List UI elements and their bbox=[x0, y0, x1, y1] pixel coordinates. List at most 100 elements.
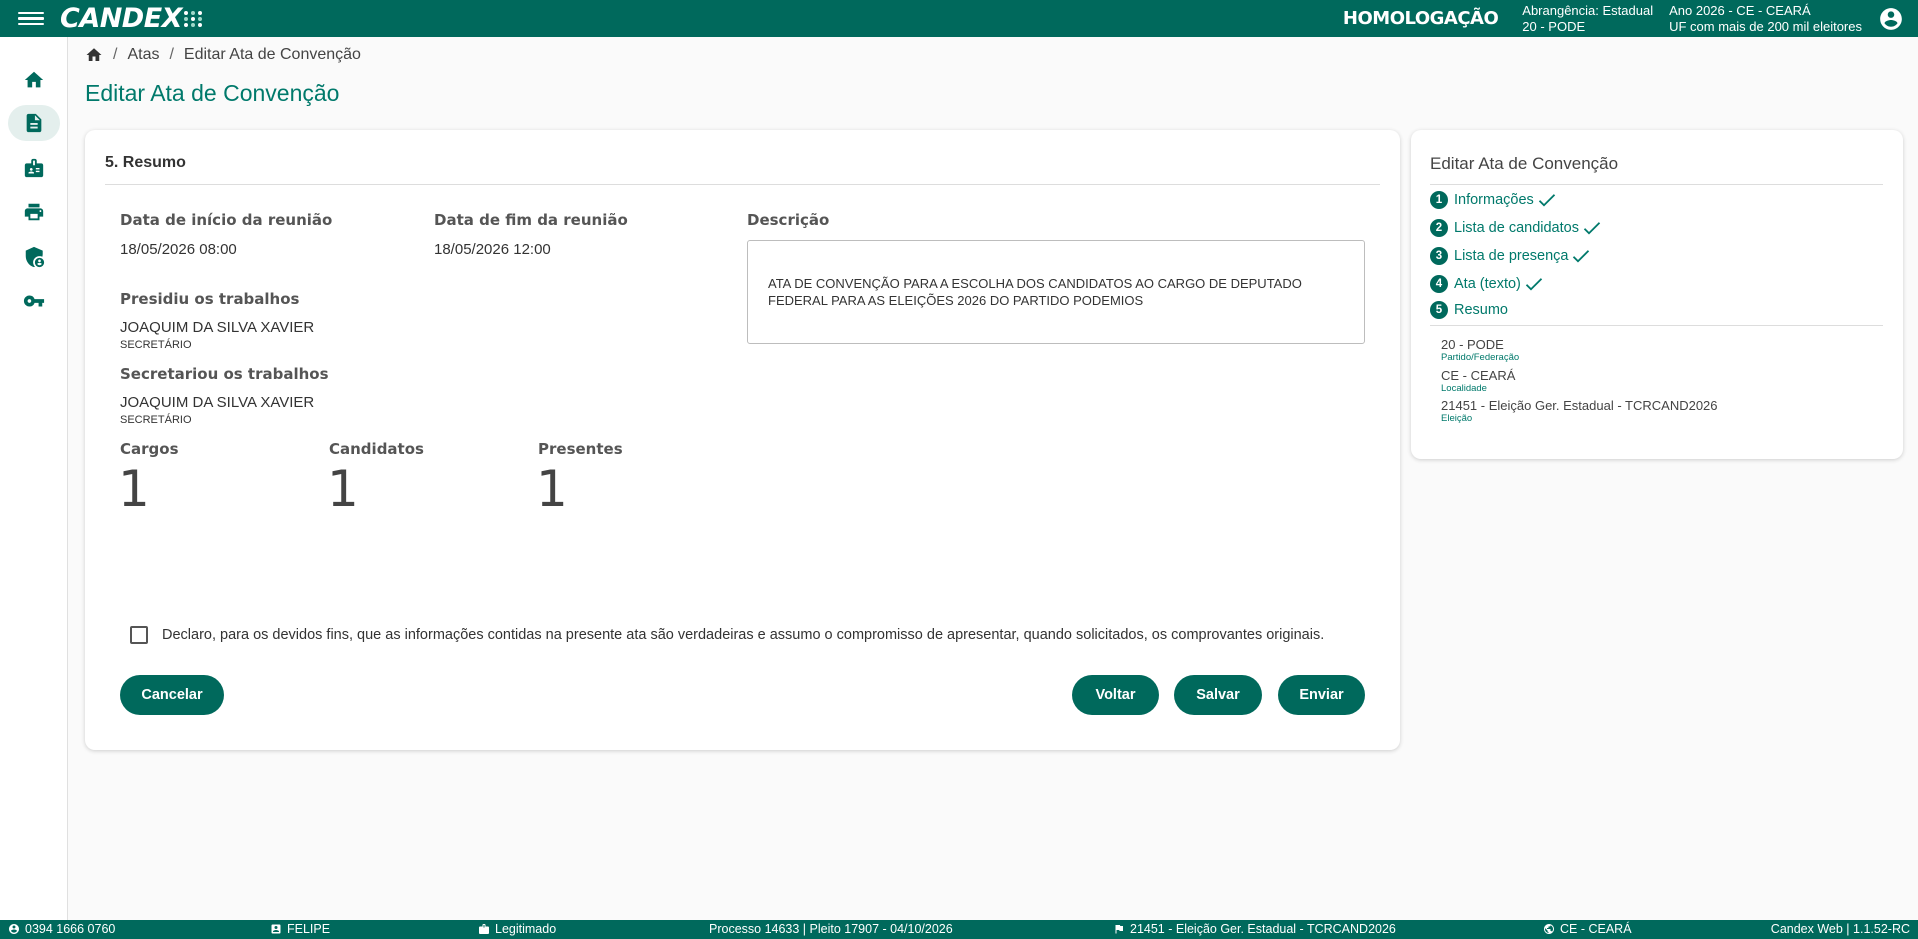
status-eleicao: 21451 - Eleição Ger. Estadual - TCRCAND2… bbox=[1113, 922, 1396, 936]
papel-text: Legitimado bbox=[495, 922, 557, 936]
breadcrumb-atas-link[interactable]: Atas bbox=[127, 46, 159, 64]
nav-imprimir[interactable] bbox=[8, 194, 60, 230]
breadcrumb-separator: / bbox=[113, 46, 118, 63]
step-number: 3 bbox=[1430, 247, 1448, 265]
step-lista-presenca[interactable]: 3 Lista de presença bbox=[1430, 247, 1590, 265]
user-name-text: FELIPE bbox=[287, 922, 331, 936]
step-label: Resumo bbox=[1454, 302, 1508, 318]
step-number: 4 bbox=[1430, 275, 1448, 293]
step-lista-candidatos[interactable]: 2 Lista de candidatos bbox=[1430, 219, 1601, 237]
status-bar: 0394 1666 0760 FELIPE Legitimado Process… bbox=[0, 920, 1918, 939]
abrangencia-text: Abrangência: Estadual bbox=[1522, 2, 1654, 18]
presentes-count: 1 bbox=[536, 460, 568, 518]
left-navigation bbox=[0, 37, 68, 920]
badge-icon bbox=[479, 924, 489, 934]
check-icon bbox=[1583, 222, 1601, 235]
uf-info-text: UF com mais de 200 mil eleitores bbox=[1669, 18, 1862, 34]
breadcrumb: / Atas / Editar Ata de Convenção bbox=[85, 46, 361, 64]
step-ata-texto[interactable]: 4 Ata (texto) bbox=[1430, 275, 1543, 293]
secretariou-nome: JOAQUIM DA SILVA XAVIER bbox=[120, 394, 315, 411]
data-inicio-label: Data de início da reunião bbox=[120, 211, 333, 229]
cargos-label: Cargos bbox=[120, 440, 179, 458]
nav-home[interactable] bbox=[8, 62, 60, 98]
step-resumo[interactable]: 5 Resumo bbox=[1430, 301, 1508, 319]
partido-value: 20 - PODE bbox=[1441, 337, 1504, 352]
declaracao-text: Declaro, para os devidos fins, que as in… bbox=[162, 627, 1325, 643]
step-informacoes[interactable]: 1 Informações bbox=[1430, 191, 1556, 209]
check-icon bbox=[1573, 250, 1590, 263]
versao-text: Candex Web | 1.1.52-RC bbox=[1770, 922, 1910, 936]
eleicao-label: Eleição bbox=[1441, 413, 1473, 424]
account-circle-icon[interactable] bbox=[1878, 6, 1904, 32]
cancel-button[interactable]: Cancelar bbox=[120, 675, 224, 715]
localidade-label: Localidade bbox=[1441, 383, 1487, 394]
globe-icon bbox=[1544, 924, 1554, 934]
presidiu-label: Presidiu os trabalhos bbox=[120, 290, 300, 308]
data-fim-value: 18/05/2026 12:00 bbox=[434, 241, 551, 258]
breadcrumb-separator: / bbox=[169, 46, 174, 63]
logo-text: CANDEX bbox=[60, 3, 182, 34]
localidade-value: CE - CEARÁ bbox=[1441, 368, 1516, 383]
resumo-card: 5. Resumo Data de início da reunião 18/0… bbox=[85, 130, 1400, 750]
security-user-icon bbox=[25, 246, 45, 268]
back-button[interactable]: Voltar bbox=[1072, 675, 1159, 715]
data-inicio-value: 18/05/2026 08:00 bbox=[120, 241, 237, 258]
secretariou-label: Secretariou os trabalhos bbox=[120, 365, 329, 383]
partido-text: 20 - PODE bbox=[1522, 18, 1586, 34]
partido-label: Partido/Federação bbox=[1441, 352, 1520, 363]
ano-text: Ano 2026 - CE - CEARÁ bbox=[1669, 2, 1811, 18]
step-label: Lista de candidatos bbox=[1454, 220, 1579, 236]
context-scope: Abrangência: Estadual 20 - PODE bbox=[1522, 3, 1653, 35]
status-user-code: 0394 1666 0760 bbox=[8, 922, 115, 936]
user-code-text: 0394 1666 0760 bbox=[25, 922, 116, 936]
key-icon bbox=[23, 295, 45, 307]
print-icon bbox=[24, 203, 44, 221]
status-versao: Candex Web | 1.1.52-RC bbox=[1771, 922, 1910, 936]
presentes-label: Presentes bbox=[538, 440, 623, 458]
nav-seguranca[interactable] bbox=[8, 239, 60, 275]
eleicao-text: 21451 - Eleição Ger. Estadual - TCRCAND2… bbox=[1130, 922, 1396, 936]
breadcrumb-current: Editar Ata de Convenção bbox=[183, 46, 361, 63]
candidatos-label: Candidatos bbox=[329, 440, 424, 458]
top-app-bar: CANDEX HOMOLOGAÇÃO Abrangência: Estadual… bbox=[0, 0, 1918, 37]
secretariou-cargo: SECRETÁRIO bbox=[120, 414, 192, 426]
cargos-count: 1 bbox=[118, 460, 150, 518]
send-button[interactable]: Enviar bbox=[1278, 675, 1365, 715]
app-logo[interactable]: CANDEX bbox=[60, 3, 203, 34]
data-fim-label: Data de fim da reunião bbox=[434, 211, 628, 229]
steps-title: Editar Ata de Convenção bbox=[1430, 154, 1619, 173]
descricao-text: ATA DE CONVENÇÃO PARA A ESCOLHA DOS CAND… bbox=[747, 240, 1365, 344]
section-divider bbox=[105, 184, 1380, 185]
steps-divider bbox=[1430, 184, 1883, 185]
check-icon bbox=[1538, 194, 1555, 207]
presidiu-nome: JOAQUIM DA SILVA XAVIER bbox=[120, 319, 315, 336]
page-title: Editar Ata de Convenção bbox=[85, 80, 340, 106]
declaracao-row: Declaro, para os devidos fins, que as in… bbox=[130, 626, 1324, 644]
person-badge-icon bbox=[271, 924, 281, 934]
declaracao-checkbox[interactable] bbox=[130, 626, 148, 644]
step-number: 1 bbox=[1430, 191, 1448, 209]
steps-card: Editar Ata de Convenção 1 Informações 2 … bbox=[1411, 130, 1903, 459]
menu-icon[interactable] bbox=[18, 9, 44, 29]
nav-atas[interactable] bbox=[8, 105, 60, 141]
status-user-name: FELIPE bbox=[270, 922, 330, 936]
badge-icon bbox=[24, 158, 44, 178]
nav-chave[interactable] bbox=[8, 283, 60, 319]
status-local: CE - CEARÁ bbox=[1543, 922, 1632, 936]
save-button[interactable]: Salvar bbox=[1174, 675, 1262, 715]
document-icon bbox=[26, 113, 42, 133]
step-label: Informações bbox=[1454, 192, 1534, 208]
home-icon[interactable] bbox=[85, 46, 103, 64]
step-number: 5 bbox=[1430, 301, 1448, 319]
candidatos-count: 1 bbox=[327, 460, 359, 518]
section-title: 5. Resumo bbox=[105, 154, 186, 171]
account-circle-icon bbox=[9, 924, 19, 934]
nav-candidatos[interactable] bbox=[8, 150, 60, 186]
info-divider bbox=[1430, 325, 1883, 326]
status-papel: Legitimado bbox=[478, 922, 556, 936]
step-number: 2 bbox=[1430, 219, 1448, 237]
eleicao-value: 21451 - Eleição Ger. Estadual - TCRCAND2… bbox=[1441, 398, 1718, 413]
step-label: Lista de presença bbox=[1454, 248, 1569, 264]
flag-icon bbox=[1115, 925, 1123, 934]
environment-label: HOMOLOGAÇÃO bbox=[1342, 8, 1499, 29]
